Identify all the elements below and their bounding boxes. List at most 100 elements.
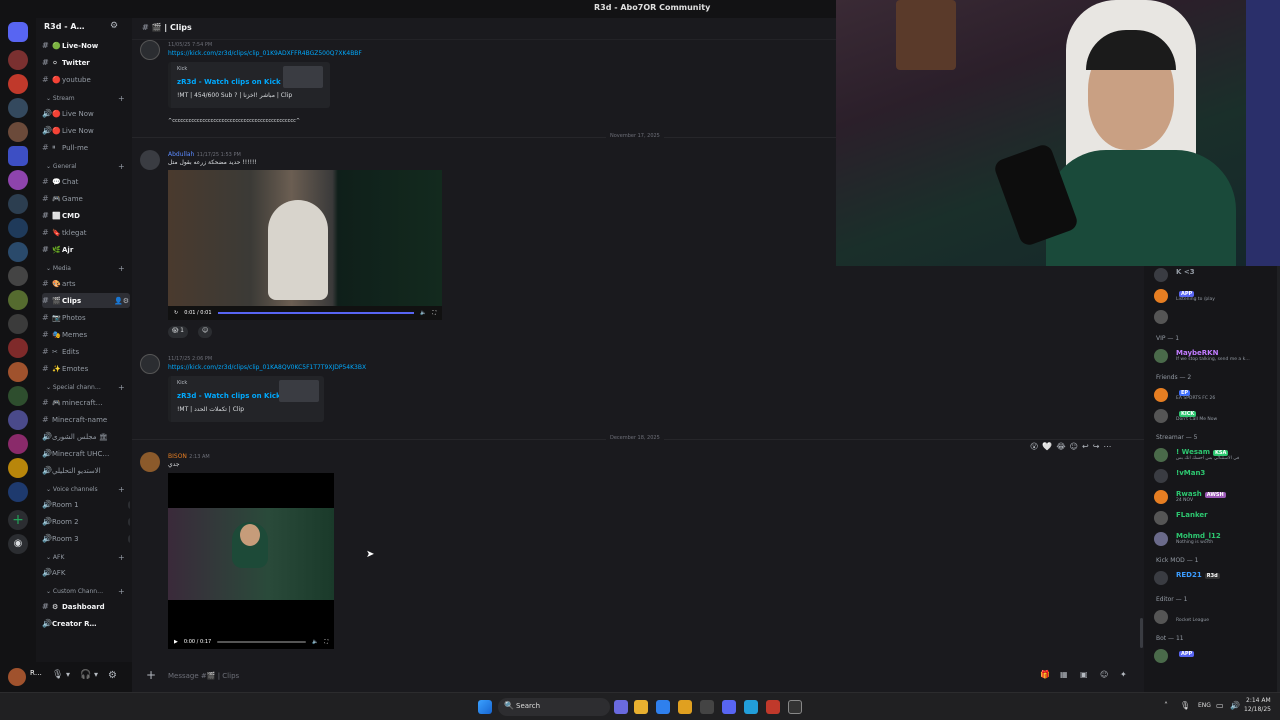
video-player[interactable]: ↻ 0:01 / 0:01 🔈 ⛶ — [168, 170, 442, 320]
server-icon[interactable] — [8, 266, 28, 286]
channel-text[interactable]: # ⬜ CMD — [42, 208, 130, 223]
member-item[interactable]: ! Wesam KSA في الاستثنائي بس احسك انك بس — [1154, 446, 1278, 464]
headphones-icon[interactable]: 🎧 — [80, 670, 91, 680]
volume-icon[interactable]: 🔈 — [420, 310, 426, 316]
app-icon[interactable] — [766, 700, 780, 714]
member-item[interactable]: FLanker — [1154, 509, 1278, 527]
member-item[interactable]: RED21 R3d — [1154, 569, 1278, 587]
member-item[interactable]: K <3 — [1154, 266, 1278, 284]
add-channel-icon[interactable]: + — [118, 264, 125, 273]
discord-taskbar-icon[interactable] — [722, 700, 736, 714]
server-icon[interactable] — [8, 362, 28, 382]
obs-icon[interactable] — [788, 700, 802, 714]
server-icon[interactable] — [8, 98, 28, 118]
server-icon[interactable] — [8, 290, 28, 310]
forward-icon[interactable]: ↪ — [1093, 442, 1100, 456]
video-progress[interactable] — [217, 641, 307, 643]
channel-text[interactable]: # 🎭 Memes — [42, 327, 130, 342]
server-icon[interactable] — [8, 482, 28, 502]
member-item[interactable]: APP — [1154, 647, 1278, 665]
member-item[interactable]: Mohmd_l12 Nothing is worth — [1154, 530, 1278, 548]
language-indicator[interactable]: ENG — [1198, 702, 1211, 709]
add-channel-icon[interactable]: + — [118, 553, 125, 562]
telegram-icon[interactable] — [744, 700, 758, 714]
member-item[interactable] — [1154, 308, 1278, 326]
server-icon[interactable] — [8, 338, 28, 358]
add-channel-icon[interactable]: + — [118, 587, 125, 596]
add-channel-icon[interactable]: + — [118, 485, 125, 494]
add-channel-icon[interactable]: + — [118, 162, 125, 171]
channel-text[interactable]: # 🎬 Clips 👤⚙ — [42, 293, 130, 308]
server-icon[interactable] — [8, 314, 28, 334]
attach-plus-icon[interactable]: + — [146, 668, 156, 682]
channel-text[interactable]: # 📷 Photos — [42, 310, 130, 325]
channel-voice[interactable]: 🔊Room 1 00 02 — [42, 497, 130, 512]
mic-tray-icon[interactable]: 🎙 — [1180, 701, 1190, 710]
video-player[interactable]: ▶ 0:00 / 0:17 🔈 ⛶ — [168, 473, 334, 649]
channel-text[interactable]: # 🎨 arts — [42, 276, 130, 291]
channel-text[interactable]: # ⚪ Twitter — [42, 55, 130, 70]
mute-toggle-icon[interactable]: ▾ — [66, 670, 70, 679]
member-item[interactable]: APP Listening to /play — [1154, 287, 1278, 305]
reaction[interactable]: 😱 1 — [168, 326, 188, 338]
windows-start-icon[interactable] — [478, 700, 492, 714]
edge-icon[interactable] — [656, 700, 670, 714]
server-icon[interactable] — [8, 170, 28, 190]
sticker-icon[interactable]: ▣ — [1080, 670, 1088, 679]
avatar[interactable] — [140, 354, 160, 374]
server-icon[interactable] — [8, 122, 28, 142]
chrome-icon[interactable] — [634, 700, 648, 714]
fullscreen-icon[interactable]: ⛶ — [324, 639, 328, 645]
channel-text[interactable]: # ✂ Edits — [42, 344, 130, 359]
laugh-icon[interactable]: 😂 — [1056, 442, 1065, 456]
scrollbar[interactable] — [1140, 618, 1143, 648]
settings-gear-icon[interactable]: ⚙ — [108, 670, 117, 681]
server-icon[interactable] — [8, 50, 28, 70]
member-item[interactable]: MaybeRKN If we stop talking, send me a k… — [1154, 347, 1278, 365]
reply-icon[interactable]: ↩ — [1082, 442, 1089, 456]
channel-text[interactable]: # Minecraft-name — [42, 412, 130, 427]
taskbar-search[interactable]: 🔍 Search — [498, 698, 610, 716]
channel-text[interactable]: # ✨ Emotes — [42, 361, 130, 376]
channel-category[interactable]: ⌄ AFK + — [46, 553, 125, 562]
server-icon[interactable] — [8, 74, 28, 94]
channel-text[interactable]: # 🎮 minecraft… — [42, 395, 130, 410]
add-channel-icon[interactable]: + — [118, 383, 125, 392]
volume-icon[interactable]: 🔈 — [312, 639, 318, 645]
server-menu-icon[interactable]: ⚙ — [110, 21, 118, 31]
deafen-toggle-icon[interactable]: ▾ — [94, 670, 98, 679]
channel-category[interactable]: ⌄ Special chann… + — [46, 383, 125, 392]
channel-voice[interactable]: 🔊 AFK — [42, 565, 130, 580]
tray-chevron-icon[interactable]: ˄ — [1164, 701, 1168, 710]
clock-date[interactable]: 12/18/25 — [1244, 706, 1271, 713]
add-channel-icon[interactable]: + — [118, 94, 125, 103]
embed-title[interactable]: zR3d - Watch clips on Kick — [177, 392, 281, 400]
add-server-icon[interactable]: + — [8, 510, 28, 530]
channel-voice[interactable]: 🔊 🔴 Live Now — [42, 123, 130, 138]
member-item[interactable]: Rwash AWSH 24 NOV — [1154, 488, 1278, 506]
heart-icon[interactable]: 🤍 — [1042, 442, 1052, 456]
file-explorer-icon[interactable] — [678, 700, 692, 714]
add-reaction-icon[interactable]: ☺ — [198, 326, 213, 338]
gif-icon[interactable]: ▦ — [1060, 670, 1068, 679]
clock-time[interactable]: 2:14 AM — [1246, 697, 1271, 704]
channel-category[interactable]: ⌄ General + — [46, 162, 125, 171]
channel-category[interactable]: ⌄ Media + — [46, 264, 125, 273]
channel-category[interactable]: ⌄ Custom Chann… + — [46, 587, 125, 596]
channel-text[interactable]: # ⚙ Dashboard — [42, 599, 130, 614]
server-icon[interactable] — [8, 410, 28, 430]
replay-icon[interactable]: ↻ — [174, 310, 178, 316]
server-icon[interactable] — [8, 218, 28, 238]
member-item[interactable]: EP EA SPORTS FC 26 — [1154, 386, 1278, 404]
server-icon[interactable] — [8, 434, 28, 454]
network-icon[interactable]: ▭ — [1216, 701, 1224, 710]
author-name[interactable]: BISON — [168, 453, 187, 460]
clip-link[interactable]: https://kick.com/zr3d/clips/clip_01K9ADX… — [168, 50, 362, 57]
server-icon[interactable] — [8, 386, 28, 406]
gift-icon[interactable]: 🎁 — [1040, 670, 1050, 679]
avatar[interactable] — [140, 40, 160, 60]
server-icon[interactable] — [8, 242, 28, 262]
channel-text[interactable]: # 🎮 Game — [42, 191, 130, 206]
apps-icon[interactable]: ✦ — [1120, 670, 1127, 679]
channel-text[interactable]: # 💬 Chat — [42, 174, 130, 189]
